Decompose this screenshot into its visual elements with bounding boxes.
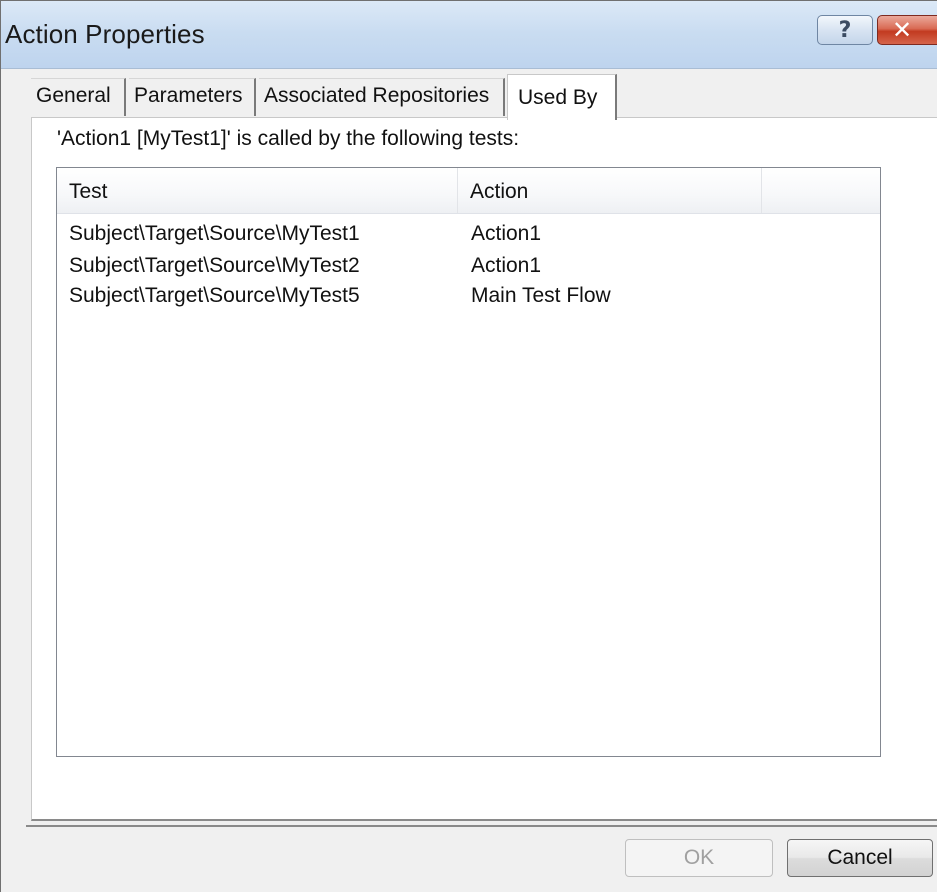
- table-row[interactable]: Subject\Target\Source\MyTest1 Action1: [57, 218, 880, 250]
- column-header-test[interactable]: Test: [57, 168, 458, 213]
- title-bar[interactable]: Action Properties ? ✕: [1, 1, 937, 69]
- tab-general[interactable]: General: [31, 78, 126, 116]
- table-row[interactable]: Subject\Target\Source\MyTest5 Main Test …: [57, 280, 880, 312]
- close-button[interactable]: ✕: [877, 15, 937, 45]
- cancel-button[interactable]: Cancel: [787, 839, 933, 877]
- help-button[interactable]: ?: [817, 15, 873, 45]
- cell-action: Action1: [471, 222, 542, 245]
- cell-test: Subject\Target\Source\MyTest1: [69, 222, 360, 245]
- table-row[interactable]: Subject\Target\Source\MyTest2 Action1: [57, 250, 880, 282]
- help-question-icon: ?: [838, 17, 852, 43]
- used-by-list[interactable]: Test Action Subject\Target\Source\MyTest…: [56, 167, 881, 757]
- tab-label: Used By: [518, 86, 598, 109]
- column-header-empty[interactable]: [762, 168, 880, 213]
- cell-action: Main Test Flow: [471, 284, 611, 307]
- tab-used-by[interactable]: Used By: [507, 74, 617, 120]
- cell-action: Action1: [471, 254, 542, 277]
- ok-button[interactable]: OK: [625, 839, 773, 877]
- footer-divider: [26, 825, 937, 827]
- cell-test: Subject\Target\Source\MyTest5: [69, 284, 360, 307]
- tab-parameters[interactable]: Parameters: [129, 78, 256, 116]
- column-header-action[interactable]: Action: [458, 168, 762, 213]
- tab-label: General: [36, 84, 111, 107]
- tab-associated-repositories[interactable]: Associated Repositories: [259, 78, 505, 116]
- close-icon: ✕: [892, 16, 913, 44]
- tab-label: Parameters: [134, 84, 243, 107]
- window-title: Action Properties: [5, 19, 205, 49]
- tab-label: Associated Repositories: [264, 84, 490, 107]
- list-header: Test Action: [57, 168, 880, 214]
- used-by-caption: 'Action1 [MyTest1]' is called by the fol…: [57, 127, 520, 150]
- cell-test: Subject\Target\Source\MyTest2: [69, 254, 360, 277]
- action-properties-dialog: Action Properties ? ✕ General Parameters…: [0, 0, 937, 892]
